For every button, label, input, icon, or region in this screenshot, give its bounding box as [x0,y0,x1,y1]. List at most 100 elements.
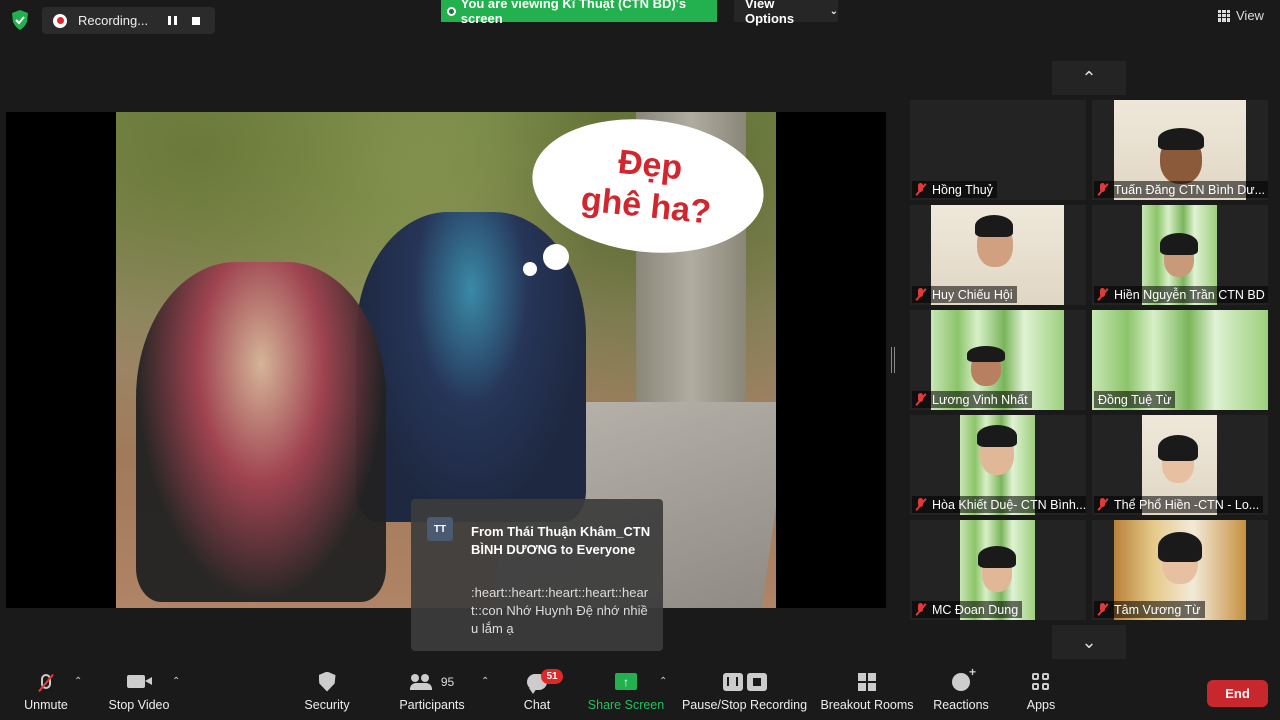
recording-label: Recording... [78,13,149,28]
participant-name: Lương Vinh Nhất [932,392,1028,407]
share-screen-button[interactable]: ↑ Share Screen [588,660,664,720]
meeting-toolbar: Unmute ⌃ Stop Video ⌃ Security 95 Partic… [0,660,1280,720]
participant-hair [1160,233,1198,255]
unmute-button[interactable]: Unmute [18,660,74,720]
chat-message: :heart::heart::heart::heart::heart::con … [471,585,649,636]
pause-icon [167,16,177,25]
participant-name-tag: Thể Phổ Hiền -CTN - Lo... [1094,496,1264,513]
participant-hair [1158,532,1202,562]
participant-hair [977,425,1017,447]
reactions-label: Reactions [933,697,989,712]
security-label: Security [304,697,350,712]
end-meeting-button[interactable]: End [1207,680,1268,707]
chevron-up-icon: ⌃ [1081,67,1097,88]
mic-muted-icon [914,603,927,616]
breakout-rooms-button[interactable]: Breakout Rooms [820,660,914,720]
video-camera-icon [127,675,152,688]
participant-name: Tâm Vương Từ [1114,602,1201,617]
chat-sender-avatar: TT [427,517,453,541]
share-options-caret-icon[interactable]: ⌃ [659,676,667,687]
participant-hair [967,346,1005,362]
gallery-page-up-button[interactable]: ⌃ [1052,61,1126,95]
participant-tile[interactable]: MC Đoan Dung [910,520,1086,620]
participant-name: Thể Phổ Hiền -CTN - Lo... [1114,497,1260,512]
stop-video-label: Stop Video [108,697,170,712]
chevron-down-icon: ⌄ [829,5,838,17]
apps-icon [1032,672,1050,691]
mic-muted-icon [1096,288,1109,301]
gallery-page-down-button[interactable]: ⌄ [1052,625,1126,659]
chat-notification[interactable]: TT From Thái Thuận Khâm_CTN BÌNH DƯƠNG t… [411,499,663,651]
participant-hair [978,546,1016,568]
apps-button[interactable]: Apps [1022,660,1060,720]
participant-tile[interactable]: Tuấn Đăng CTN Bình Dư... [1092,100,1268,200]
audio-options-caret-icon[interactable]: ⌃ [74,676,82,687]
bubble-text-line1: Đẹp [616,143,685,188]
participant-name: Đồng Tuệ Từ [1098,392,1172,407]
participant-name-tag: Hiền Nguyễn Trần CTN BD [1094,286,1268,303]
chevron-down-icon: ⌄ [1081,631,1097,652]
participant-tile[interactable]: Hiền Nguyễn Trần CTN BD [1092,205,1268,305]
chat-sender: From Thái Thuận Khâm_CTN BÌNH DƯƠNG to E… [471,524,651,557]
participant-name: Hồng Thuỷ [932,182,993,197]
bubble-text-line2: ghê ha? [579,180,713,232]
viewing-banner-label: You are viewing Kĩ Thuật (CTN BD)'s scre… [460,0,687,26]
participant-tile[interactable]: Hòa Khiết Duệ- CTN Bình... [910,415,1086,515]
participants-button[interactable]: 95 Participants [396,660,468,720]
participants-count: 95 [440,674,455,689]
apps-label: Apps [1026,697,1056,712]
splitter-handle[interactable] [891,347,895,373]
thought-bubble-dot [543,244,569,270]
reactions-button[interactable]: Reactions [932,660,990,720]
mic-muted-icon [914,498,927,511]
stop-recording-button[interactable] [186,11,206,31]
reaction-emoji-icon [952,665,976,691]
unmute-label: Unmute [24,697,68,712]
video-options-caret-icon[interactable]: ⌃ [172,676,180,687]
participant-tile[interactable]: Huy Chiếu Hội [910,205,1086,305]
stop-video-button[interactable]: Stop Video [104,660,174,720]
view-options-button[interactable]: View Options ⌄ [734,0,838,26]
mic-muted-icon [914,393,927,406]
participant-name-tag: Huy Chiếu Hội [912,286,1017,303]
participant-tile[interactable]: Đồng Tuệ Từ [1092,310,1268,410]
microphone-muted-icon [41,674,51,689]
mic-muted-icon [1096,498,1109,511]
share-screen-icon: ↑ [615,673,637,690]
pause-stop-recording-button[interactable]: Pause/Stop Recording [682,660,807,720]
participant-name-tag: Tuấn Đăng CTN Bình Dư... [1094,181,1268,198]
screen-share-status-icon [447,6,456,16]
thought-bubble-dot [523,262,537,276]
encryption-shield-icon[interactable] [10,9,30,31]
participant-hair [1158,435,1198,461]
recording-dot-icon [53,13,67,28]
participant-tile[interactable]: Hồng Thuỷ [910,100,1086,200]
participant-name: Huy Chiếu Hội [932,287,1013,302]
pause-recording-button[interactable] [162,11,182,31]
view-options-label: View Options [745,0,795,26]
zoom-window: Recording... You are viewing Kĩ Thuật (C… [0,0,1280,720]
viewing-screen-banner: You are viewing Kĩ Thuật (CTN BD)'s scre… [441,0,717,26]
participants-options-caret-icon[interactable]: ⌃ [481,676,489,687]
participant-name: Hòa Khiết Duệ- CTN Bình... [932,497,1086,512]
chat-label: Chat [523,697,551,712]
participant-tile[interactable]: Thể Phổ Hiền -CTN - Lo... [1092,415,1268,515]
view-layout-button[interactable]: View [1218,8,1264,23]
participant-tile[interactable]: Tâm Vương Từ [1092,520,1268,620]
person-hat [136,262,386,602]
participant-hair [975,215,1013,237]
participant-name-tag: Tâm Vương Từ [1094,601,1205,618]
participants-label: Participants [399,697,465,712]
mic-muted-icon [1096,183,1109,196]
pause-stop-icon [722,672,767,691]
participant-name: MC Đoan Dung [932,602,1019,617]
participant-name-tag: MC Đoan Dung [912,601,1023,618]
security-button[interactable]: Security [300,660,354,720]
shield-icon [318,671,336,692]
participant-name-tag: Hồng Thuỷ [912,181,997,198]
grid-view-icon [1218,9,1230,22]
breakout-rooms-label: Breakout Rooms [820,697,914,712]
chat-unread-badge: 51 [541,669,563,684]
mic-muted-icon [914,288,927,301]
participant-tile[interactable]: Lương Vinh Nhất [910,310,1086,410]
